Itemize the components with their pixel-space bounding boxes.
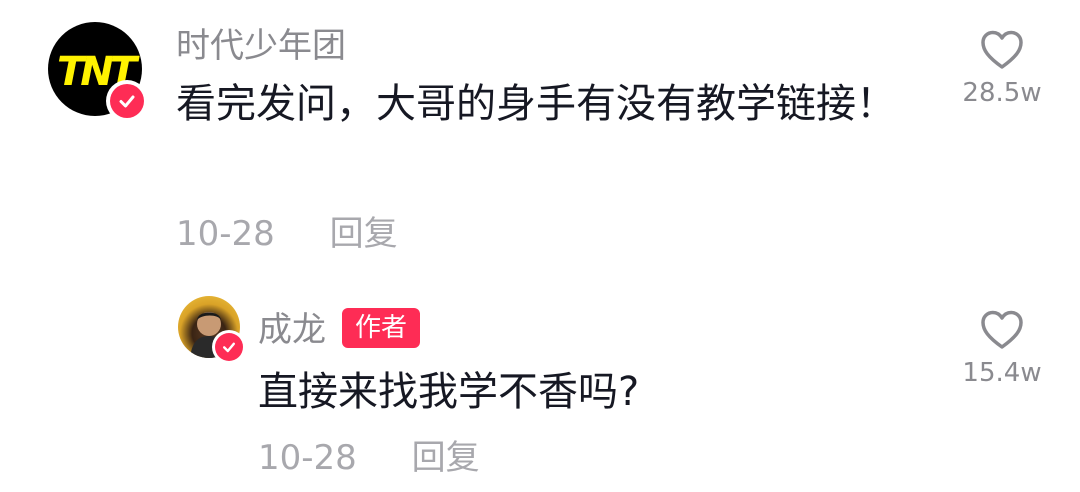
comment-meta: 10-28 回复 bbox=[176, 212, 398, 256]
reply-button[interactable]: 回复 bbox=[330, 212, 398, 256]
comment-meta: 10-28 回复 bbox=[258, 436, 480, 480]
like-count: 28.5w bbox=[962, 78, 1042, 108]
verified-badge-icon bbox=[212, 330, 246, 364]
like-button[interactable]: 28.5w bbox=[947, 30, 1057, 108]
like-count: 15.4w bbox=[962, 358, 1042, 388]
verified-badge-icon bbox=[106, 80, 148, 122]
username[interactable]: 成龙 bbox=[258, 308, 326, 352]
heart-icon bbox=[981, 310, 1023, 349]
comment-date: 10-28 bbox=[176, 214, 275, 254]
comment-date: 10-28 bbox=[258, 438, 357, 478]
avatar[interactable] bbox=[178, 296, 246, 364]
like-button[interactable]: 15.4w bbox=[947, 310, 1057, 388]
comment-text: 看完发问，大哥的身手有没有教学链接！ bbox=[176, 81, 896, 127]
username[interactable]: 时代少年团 bbox=[176, 24, 346, 68]
comment-item: TNT 时代少年团 看完发问，大哥的身手有没有教学链接！ 10-28 回复 28… bbox=[0, 0, 1080, 270]
reply-item: 成龙 作者 直接来找我学不香吗? 10-28 回复 15.4w bbox=[0, 270, 1080, 492]
reply-button[interactable]: 回复 bbox=[412, 436, 480, 480]
author-tag: 作者 bbox=[342, 308, 420, 348]
heart-icon bbox=[981, 30, 1023, 69]
avatar[interactable]: TNT bbox=[48, 22, 148, 122]
comment-text: 直接来找我学不香吗? bbox=[258, 369, 640, 415]
